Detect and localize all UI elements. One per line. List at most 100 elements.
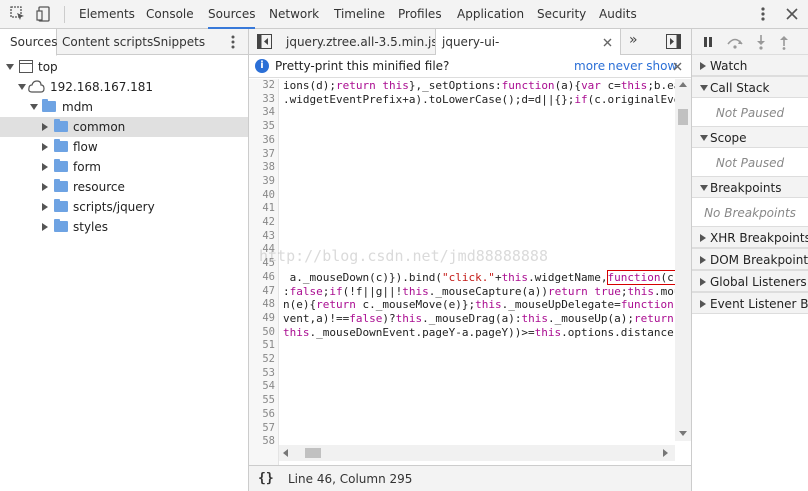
line-number[interactable]: 46 bbox=[262, 271, 275, 285]
navtab-content-scripts[interactable]: Content scripts bbox=[62, 29, 153, 55]
inspect-element-icon[interactable] bbox=[10, 6, 26, 22]
line-number[interactable]: 53 bbox=[262, 367, 275, 381]
expand-arrow-icon[interactable] bbox=[30, 104, 38, 110]
tab-audits[interactable]: Audits bbox=[599, 0, 637, 29]
tab-profiles[interactable]: Profiles bbox=[398, 0, 442, 29]
line-number[interactable]: 58 bbox=[262, 435, 275, 449]
pause-icon[interactable] bbox=[702, 36, 714, 48]
pane-dom-breakpoints[interactable]: DOM Breakpoints bbox=[692, 248, 808, 270]
collapsed-arrow-icon[interactable] bbox=[42, 183, 48, 191]
expand-arrow-icon[interactable] bbox=[6, 64, 14, 70]
tree-item-top[interactable]: top bbox=[0, 57, 248, 77]
pane-breakpoints[interactable]: Breakpoints bbox=[692, 176, 808, 198]
line-number[interactable]: 49 bbox=[262, 312, 275, 326]
line-number[interactable]: 42 bbox=[262, 216, 275, 230]
scroll-right-icon[interactable] bbox=[663, 449, 668, 457]
tab-console[interactable]: Console bbox=[146, 0, 194, 29]
tree-item-folder[interactable]: mdm bbox=[0, 97, 248, 117]
pane-event-listener-breakpoints[interactable]: Event Listener Brea bbox=[692, 292, 808, 314]
collapsed-arrow-icon[interactable] bbox=[42, 123, 48, 131]
step-out-icon[interactable] bbox=[779, 34, 789, 50]
tree-item-folder[interactable]: scripts/jquery bbox=[0, 197, 248, 217]
code-view[interactable]: 32 33 34 35 36 37 38 39 40 41 42 43 44 45 46 47 48 49 50 51… bbox=[249, 79, 675, 475]
tab-security[interactable]: Security bbox=[537, 0, 586, 29]
collapsed-arrow-icon[interactable] bbox=[42, 143, 48, 151]
close-tab-icon[interactable] bbox=[603, 38, 612, 47]
pane-call-stack[interactable]: Call Stack bbox=[692, 76, 808, 98]
line-number[interactable]: 55 bbox=[262, 394, 275, 408]
line-number[interactable]: 32 bbox=[262, 79, 275, 93]
tab-application[interactable]: Application bbox=[457, 0, 524, 29]
file-tab-ztree[interactable]: jquery.ztree.all-3.5.min.js bbox=[286, 29, 438, 55]
toggle-debugger-icon[interactable] bbox=[666, 34, 681, 49]
line-number[interactable]: 48 bbox=[262, 298, 275, 312]
tree-item-folder[interactable]: common bbox=[0, 117, 248, 137]
expand-arrow-icon[interactable] bbox=[700, 85, 708, 91]
vertical-scroll-thumb[interactable] bbox=[678, 109, 688, 125]
scroll-down-icon[interactable] bbox=[679, 431, 687, 436]
tab-elements[interactable]: Elements bbox=[79, 0, 135, 29]
tab-sources[interactable]: Sources bbox=[208, 0, 256, 29]
collapsed-arrow-icon[interactable] bbox=[42, 223, 48, 231]
collapsed-arrow-icon[interactable] bbox=[700, 278, 706, 286]
collapsed-arrow-icon[interactable] bbox=[700, 300, 706, 308]
line-number[interactable]: 36 bbox=[262, 134, 275, 148]
line-number[interactable]: 35 bbox=[262, 120, 275, 134]
toggle-navigator-icon[interactable] bbox=[257, 34, 272, 49]
infobar-more-link[interactable]: more bbox=[574, 55, 605, 78]
navtab-sources[interactable]: Sources bbox=[0, 29, 57, 56]
tree-item-folder[interactable]: resource bbox=[0, 177, 248, 197]
device-mode-icon[interactable] bbox=[36, 6, 52, 22]
tab-network[interactable]: Network bbox=[269, 0, 319, 29]
line-number[interactable]: 34 bbox=[262, 106, 275, 120]
tab-timeline[interactable]: Timeline bbox=[334, 0, 385, 29]
line-number[interactable]: 52 bbox=[262, 353, 275, 367]
collapsed-arrow-icon[interactable] bbox=[700, 62, 706, 70]
line-number[interactable]: 57 bbox=[262, 422, 275, 436]
line-gutter[interactable]: 32 33 34 35 36 37 38 39 40 41 42 43 44 45 46 47 48 49 50 51… bbox=[249, 79, 279, 475]
line-number[interactable]: 54 bbox=[262, 380, 275, 394]
more-options-icon[interactable] bbox=[757, 6, 769, 22]
more-tabs-icon[interactable]: » bbox=[629, 32, 638, 48]
expand-arrow-icon[interactable] bbox=[700, 135, 708, 141]
tree-item-folder[interactable]: styles bbox=[0, 217, 248, 237]
step-over-icon[interactable] bbox=[726, 35, 744, 49]
navtab-snippets[interactable]: Snippets bbox=[153, 29, 205, 55]
file-tab-jquery-ui[interactable]: jquery-ui-1.8.16.custom.min.js bbox=[435, 29, 621, 75]
line-number[interactable]: 47 bbox=[262, 285, 275, 299]
line-number[interactable]: 41 bbox=[262, 202, 275, 216]
line-number[interactable]: 38 bbox=[262, 161, 275, 175]
collapsed-arrow-icon[interactable] bbox=[700, 234, 706, 242]
step-into-icon[interactable] bbox=[756, 34, 766, 50]
navigator-more-icon[interactable] bbox=[228, 34, 238, 50]
expand-arrow-icon[interactable] bbox=[18, 84, 26, 90]
line-number[interactable]: 56 bbox=[262, 408, 275, 422]
pretty-print-icon[interactable]: {} bbox=[258, 466, 274, 491]
infobar-never-show-link[interactable]: never show bbox=[608, 55, 677, 78]
line-number[interactable]: 51 bbox=[262, 339, 275, 353]
line-number[interactable]: 33 bbox=[262, 93, 275, 107]
collapsed-arrow-icon[interactable] bbox=[700, 256, 706, 264]
line-number[interactable]: 43 bbox=[262, 230, 275, 244]
pane-scope[interactable]: Scope bbox=[692, 126, 808, 148]
horizontal-scroll-thumb[interactable] bbox=[305, 448, 321, 458]
line-number[interactable]: 40 bbox=[262, 189, 275, 203]
scroll-left-icon[interactable] bbox=[283, 449, 288, 457]
close-devtools-icon[interactable] bbox=[785, 6, 799, 22]
vertical-scrollbar[interactable] bbox=[675, 79, 691, 441]
pane-global-listeners[interactable]: Global Listeners bbox=[692, 270, 808, 292]
line-number[interactable]: 50 bbox=[262, 326, 275, 340]
close-infobar-icon[interactable] bbox=[673, 62, 682, 71]
tree-item-folder[interactable]: form bbox=[0, 157, 248, 177]
line-number[interactable]: 37 bbox=[262, 148, 275, 162]
pane-xhr-breakpoints[interactable]: XHR Breakpoints bbox=[692, 226, 808, 248]
collapsed-arrow-icon[interactable] bbox=[42, 163, 48, 171]
scroll-up-icon[interactable] bbox=[679, 82, 687, 87]
pane-watch[interactable]: Watch bbox=[692, 54, 808, 76]
tree-item-folder[interactable]: flow bbox=[0, 137, 248, 157]
expand-arrow-icon[interactable] bbox=[700, 185, 708, 191]
tree-item-host[interactable]: 192.168.167.181 bbox=[0, 77, 248, 97]
collapsed-arrow-icon[interactable] bbox=[42, 203, 48, 211]
horizontal-scrollbar[interactable] bbox=[279, 445, 675, 461]
line-number[interactable]: 39 bbox=[262, 175, 275, 189]
